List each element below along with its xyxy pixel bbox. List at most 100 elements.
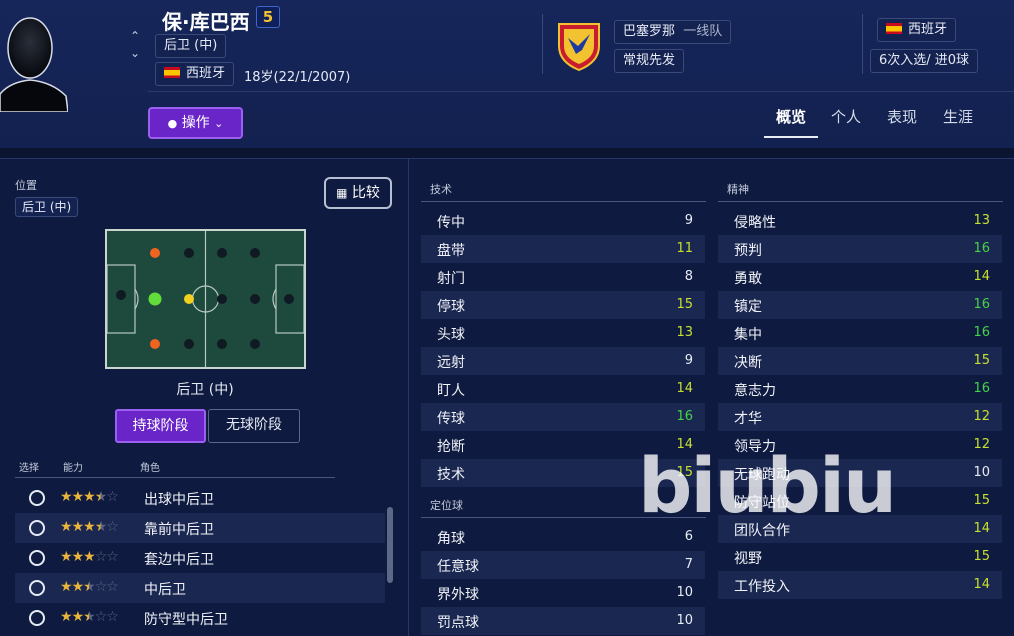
chevron-down-icon[interactable]: ⌄	[126, 45, 144, 62]
attribute-name: 停球	[437, 299, 465, 315]
attribute-row[interactable]: 工作投入 14	[718, 571, 1002, 599]
attribute-row[interactable]: 头球 13	[421, 319, 705, 347]
role-list-scrollbar[interactable]	[387, 507, 393, 583]
tab-career[interactable]: 生涯	[940, 104, 976, 138]
role-row[interactable]: ★★★★☆ 出球中后卫	[15, 483, 385, 513]
role-row[interactable]: ★★★★☆ 靠前中后卫	[15, 513, 385, 543]
tab-personal[interactable]: 个人	[828, 104, 864, 138]
nationality-label: 西班牙	[186, 66, 226, 81]
attribute-value: 14	[676, 381, 693, 396]
attribute-value: 6	[684, 529, 693, 544]
role-radio[interactable]	[29, 610, 45, 626]
attribute-value: 10	[676, 613, 693, 628]
attribute-row[interactable]: 停球 15	[421, 291, 705, 319]
role-row[interactable]: ★★★☆☆ 防守型中后卫	[15, 603, 385, 633]
attribute-row[interactable]: 视野 15	[718, 543, 1002, 571]
attribute-name: 视野	[734, 551, 762, 567]
attribute-value: 12	[973, 409, 990, 424]
club-name: 巴塞罗那	[623, 24, 676, 39]
tab-performance[interactable]: 表现	[884, 104, 920, 138]
attribute-row[interactable]: 传球 16	[421, 403, 705, 431]
role-list: ★★★★☆ 出球中后卫 ★★★★☆ 靠前中后卫 ★★★☆☆ 套边中后卫 ★★★☆☆ 中后卫 ★★…	[15, 483, 385, 633]
attribute-name: 技术	[437, 467, 465, 483]
set-piece-attributes: 角球 6 任意球 7 界外球 10 罚点球 10	[421, 523, 705, 635]
attribute-row[interactable]: 罚点球 10	[421, 607, 705, 635]
pitch-caption: 后卫 (中)	[176, 382, 234, 398]
intl-nation-label: 西班牙	[908, 22, 948, 37]
club-chip[interactable]: 巴塞罗那 一线队	[614, 20, 732, 44]
attribute-value: 15	[973, 549, 990, 564]
attribute-name: 远射	[437, 355, 465, 371]
spain-flag-icon	[886, 23, 902, 34]
actions-button[interactable]: ● 操作 ⌄	[148, 107, 243, 139]
attribute-value: 10	[973, 465, 990, 480]
attribute-row[interactable]: 盯人 14	[421, 375, 705, 403]
in-possession-button[interactable]: 持球阶段	[115, 409, 206, 443]
attribute-value: 14	[973, 269, 990, 284]
attribute-name: 集中	[734, 327, 762, 343]
role-row[interactable]: ★★★☆☆ 套边中后卫	[15, 543, 385, 573]
role-radio[interactable]	[29, 550, 45, 566]
player-age: 18岁(22/1/2007)	[244, 70, 351, 85]
nationality-chip[interactable]: 西班牙	[155, 62, 235, 86]
star-rating-icon: ★★★☆☆	[60, 549, 119, 565]
attribute-name: 角球	[437, 531, 465, 547]
attribute-row[interactable]: 射门 8	[421, 263, 705, 291]
role-row[interactable]: ★★★☆☆ 中后卫	[15, 573, 385, 603]
attribute-row[interactable]: 任意球 7	[421, 551, 705, 579]
attribute-row[interactable]: 决断 15	[718, 347, 1002, 375]
divider	[148, 91, 1014, 92]
intl-record-chip: 6次入选/ 进0球	[870, 49, 979, 73]
watermark: biubiu	[638, 441, 897, 530]
column-header-select: 选择	[19, 463, 39, 474]
attribute-name: 勇敢	[734, 271, 762, 287]
attribute-row[interactable]: 预判 16	[718, 235, 1002, 263]
attribute-value: 15	[973, 353, 990, 368]
intl-nation-chip[interactable]: 西班牙	[877, 18, 957, 42]
role-radio[interactable]	[29, 520, 45, 536]
role-name: 出球中后卫	[144, 492, 214, 508]
position-panel: 位置 后卫 (中) ▦ 比较 后卫 (中) 持球阶段 无球阶段 选择 能力 角色…	[0, 159, 406, 636]
attribute-value: 15	[973, 493, 990, 508]
player-nav-arrows[interactable]: ⌃ ⌄	[126, 28, 144, 64]
attribute-value: 15	[676, 297, 693, 312]
tab-overview[interactable]: 概览	[764, 104, 818, 138]
divider	[718, 201, 1003, 202]
attribute-row[interactable]: 才华 12	[718, 403, 1002, 431]
attribute-name: 决断	[734, 355, 762, 371]
attribute-row[interactable]: 界外球 10	[421, 579, 705, 607]
compare-button[interactable]: ▦ 比较	[324, 177, 392, 209]
attribute-row[interactable]: 侵略性 13	[718, 207, 1002, 235]
star-rating-icon: ★★★☆☆	[60, 579, 119, 595]
role-name: 套边中后卫	[144, 552, 214, 568]
attribute-row[interactable]: 盘带 11	[421, 235, 705, 263]
attribute-value: 16	[973, 381, 990, 396]
player-avatar	[0, 8, 68, 112]
attribute-value: 9	[684, 353, 693, 368]
chevron-up-icon[interactable]: ⌃	[126, 28, 144, 45]
attribute-row[interactable]: 意志力 16	[718, 375, 1002, 403]
role-name: 靠前中后卫	[144, 522, 214, 538]
attribute-name: 任意球	[437, 559, 479, 575]
attribute-row[interactable]: 勇敢 14	[718, 263, 1002, 291]
attribute-name: 抢断	[437, 439, 465, 455]
attribute-name: 盯人	[437, 383, 465, 399]
attribute-value: 13	[676, 325, 693, 340]
attribute-value: 12	[973, 437, 990, 452]
out-of-possession-button[interactable]: 无球阶段	[208, 409, 300, 443]
pitch-diagram[interactable]	[105, 229, 306, 369]
attribute-row[interactable]: 远射 9	[421, 347, 705, 375]
attribute-row[interactable]: 传中 9	[421, 207, 705, 235]
squad-name: 一线队	[683, 24, 723, 39]
attribute-value: 13	[973, 213, 990, 228]
position-chip[interactable]: 后卫 (中)	[155, 34, 227, 58]
attribute-name: 盘带	[437, 243, 465, 259]
club-crest-icon[interactable]	[556, 20, 602, 72]
role-radio[interactable]	[29, 490, 45, 506]
role-radio[interactable]	[29, 580, 45, 596]
attribute-name: 侵略性	[734, 215, 776, 231]
divider	[421, 201, 706, 202]
attribute-row[interactable]: 镇定 16	[718, 291, 1002, 319]
attribute-row[interactable]: 集中 16	[718, 319, 1002, 347]
shirt-number-badge: 5	[256, 6, 280, 28]
